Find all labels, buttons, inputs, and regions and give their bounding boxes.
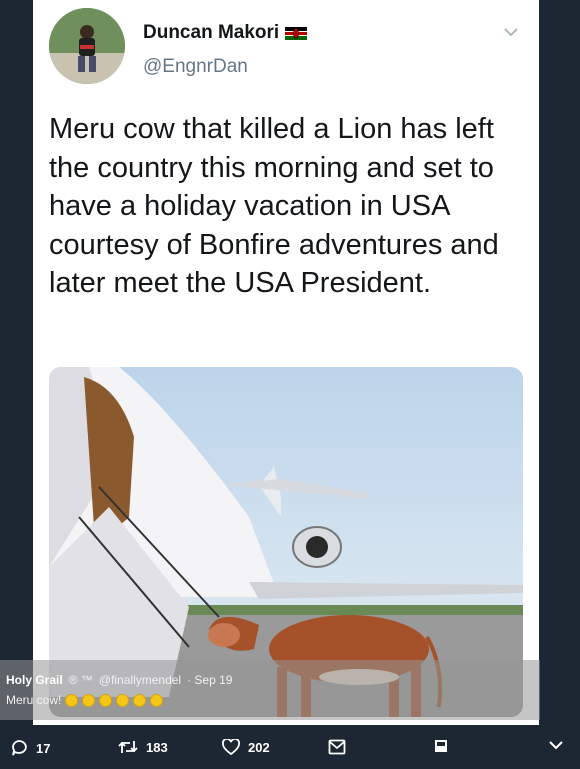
like-button[interactable]: 202: [222, 739, 270, 755]
like-count: 202: [248, 739, 270, 755]
more-options-button[interactable]: [548, 739, 564, 751]
direct-message-button[interactable]: [328, 739, 346, 755]
kenya-flag-icon: [285, 26, 308, 40]
laughing-emoji-icon: [133, 693, 147, 707]
envelope-icon: [328, 739, 346, 755]
author-name[interactable]: Duncan Makori: [143, 22, 279, 44]
quoted-tweet-date[interactable]: · Sep 19: [187, 673, 232, 687]
tweet-text: Meru cow that killed a Lion has left the…: [49, 113, 499, 299]
quoted-author-handle[interactable]: @finallymendel: [99, 673, 181, 687]
heart-icon: [222, 739, 240, 755]
quoted-tweet-body: Meru cow!: [6, 693, 164, 707]
laughing-emoji-icon: [150, 693, 164, 707]
reply-icon: [12, 740, 27, 756]
retweet-count: 183: [146, 739, 168, 755]
reply-count: 17: [36, 740, 51, 756]
share-icon: [435, 740, 447, 752]
laughing-emoji-icon: [99, 693, 113, 707]
laughing-emoji-icon: [116, 693, 130, 707]
quoted-tweet-header: Holy Grail ® ™ @finallymendel · Sep 19: [6, 673, 232, 687]
quoted-author-badges: ® ™: [68, 673, 93, 687]
author-row: Duncan Makori: [143, 22, 308, 44]
chevron-down-icon[interactable]: [503, 26, 519, 38]
reply-button[interactable]: 17: [10, 739, 50, 757]
quoted-tweet-text: Meru cow!: [6, 693, 62, 707]
tweet-actions-bar: 17 183 202: [0, 725, 580, 769]
laughing-emoji-icon: [65, 693, 79, 707]
chevron-down-icon: [549, 741, 563, 750]
author-handle[interactable]: @EngnrDan: [143, 56, 248, 78]
share-button[interactable]: [434, 739, 448, 753]
retweet-button[interactable]: 183: [118, 739, 168, 755]
laughing-emoji-icon: [82, 693, 96, 707]
tweet-card: Duncan Makori @EngnrDan Meru cow that ki…: [33, 0, 539, 725]
quoted-tweet-overlay[interactable]: [0, 660, 540, 720]
quoted-author-name[interactable]: Holy Grail: [6, 673, 63, 687]
retweet-icon: [118, 741, 138, 753]
avatar[interactable]: [49, 8, 125, 84]
